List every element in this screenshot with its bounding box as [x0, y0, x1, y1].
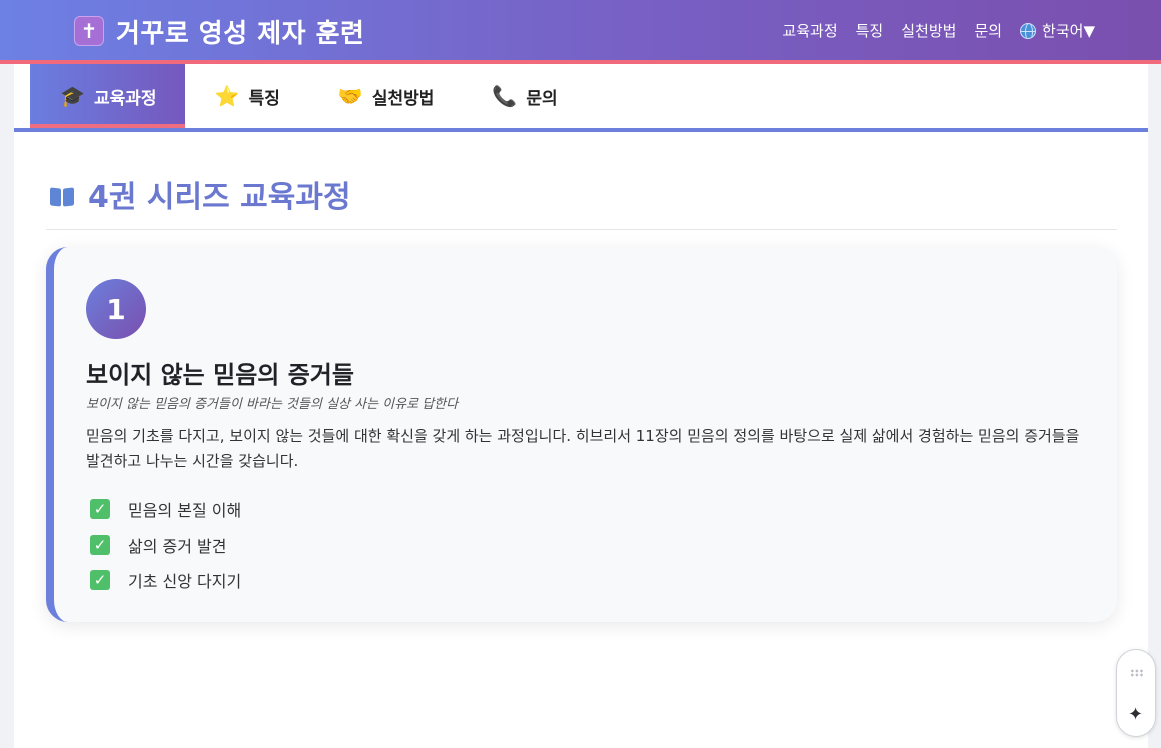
phone-icon: 📞	[492, 84, 518, 108]
grip-icon[interactable]	[1130, 669, 1144, 677]
checklist-label: 삶의 증거 발견	[128, 537, 227, 556]
tab-label: 실천방법	[371, 88, 435, 109]
language-selector[interactable]: 한국어 ▼	[1020, 20, 1095, 41]
tab-label: 특징	[248, 88, 280, 109]
checklist-label: 기초 신앙 다지기	[128, 572, 242, 591]
brand-title: 거꾸로 영성 제자 훈련	[116, 18, 365, 49]
tab-label: 교육과정	[94, 88, 157, 109]
course-card: 1 보이지 않는 믿음의 증거들 보이지 않는 믿음의 증거들이 바라는 것들의…	[46, 247, 1117, 622]
top-nav-link-features[interactable]: 특징	[856, 20, 884, 41]
top-nav-link-practice[interactable]: 실천방법	[901, 20, 956, 41]
tab-curriculum[interactable]: 🎓 교육과정	[30, 64, 185, 128]
top-header: ✝ 거꾸로 영성 제자 훈련 교육과정 특징 실천방법 문의 한국어 ▼	[0, 0, 1161, 60]
brand[interactable]: ✝ 거꾸로 영성 제자 훈련	[74, 14, 365, 49]
course-title: 보이지 않는 믿음의 증거들	[86, 361, 354, 389]
star-icon: ⭐	[214, 84, 240, 108]
cross-icon: ✝	[74, 16, 104, 46]
course-checklist: ✓ 믿음의 본질 이해 ✓ 삶의 증거 발견 ✓ 기초 신앙 다지기	[90, 491, 241, 597]
chevron-down-icon: ▼	[1083, 21, 1095, 40]
section-heading: 4권 시리즈 교육과정	[50, 172, 351, 216]
handshake-icon: 🤝	[337, 84, 363, 108]
tab-divider	[14, 128, 1148, 132]
sparkle-icon[interactable]: ✦	[1128, 706, 1143, 724]
section-title: 4권 시리즈 교육과정	[88, 180, 351, 215]
tab-label: 문의	[526, 88, 558, 109]
language-label: 한국어	[1042, 22, 1084, 40]
section-divider	[46, 229, 1117, 230]
course-description: 믿음의 기초를 다지고, 보이지 않는 것들에 대한 확신을 갖게 하는 과정입…	[86, 427, 1080, 470]
check-icon: ✓	[90, 570, 110, 590]
course-subtitle: 보이지 않는 믿음의 증거들이 바라는 것들의 실상 사는 이유로 답한다	[86, 397, 459, 412]
globe-icon	[1020, 22, 1037, 39]
checklist-label: 믿음의 본질 이해	[128, 501, 242, 520]
check-icon: ✓	[90, 535, 110, 555]
tab-practice[interactable]: 🤝 실천방법	[308, 64, 463, 128]
tab-features[interactable]: ⭐ 특징	[185, 64, 308, 128]
top-nav-link-contact[interactable]: 문의	[974, 20, 1002, 41]
course-number-badge: 1	[86, 279, 146, 339]
main-panel: 🎓 교육과정 ⭐ 특징 🤝 실천방법 📞 문의 4권 시리즈 교육과정 1 보이…	[14, 64, 1148, 748]
tab-bar: 🎓 교육과정 ⭐ 특징 🤝 실천방법 📞 문의	[30, 64, 586, 128]
list-item: ✓ 믿음의 본질 이해	[90, 491, 241, 527]
top-nav-link-curriculum[interactable]: 교육과정	[782, 20, 837, 41]
list-item: ✓ 기초 신앙 다지기	[90, 563, 241, 597]
top-nav: 교육과정 특징 실천방법 문의 한국어 ▼	[764, 20, 1095, 41]
list-item: ✓ 삶의 증거 발견	[90, 527, 241, 563]
graduation-cap-icon: 🎓	[60, 84, 85, 108]
book-icon	[50, 188, 74, 208]
tab-contact[interactable]: 📞 문의	[462, 64, 585, 128]
check-icon: ✓	[90, 499, 110, 519]
floating-widget[interactable]: ✦	[1116, 649, 1156, 737]
